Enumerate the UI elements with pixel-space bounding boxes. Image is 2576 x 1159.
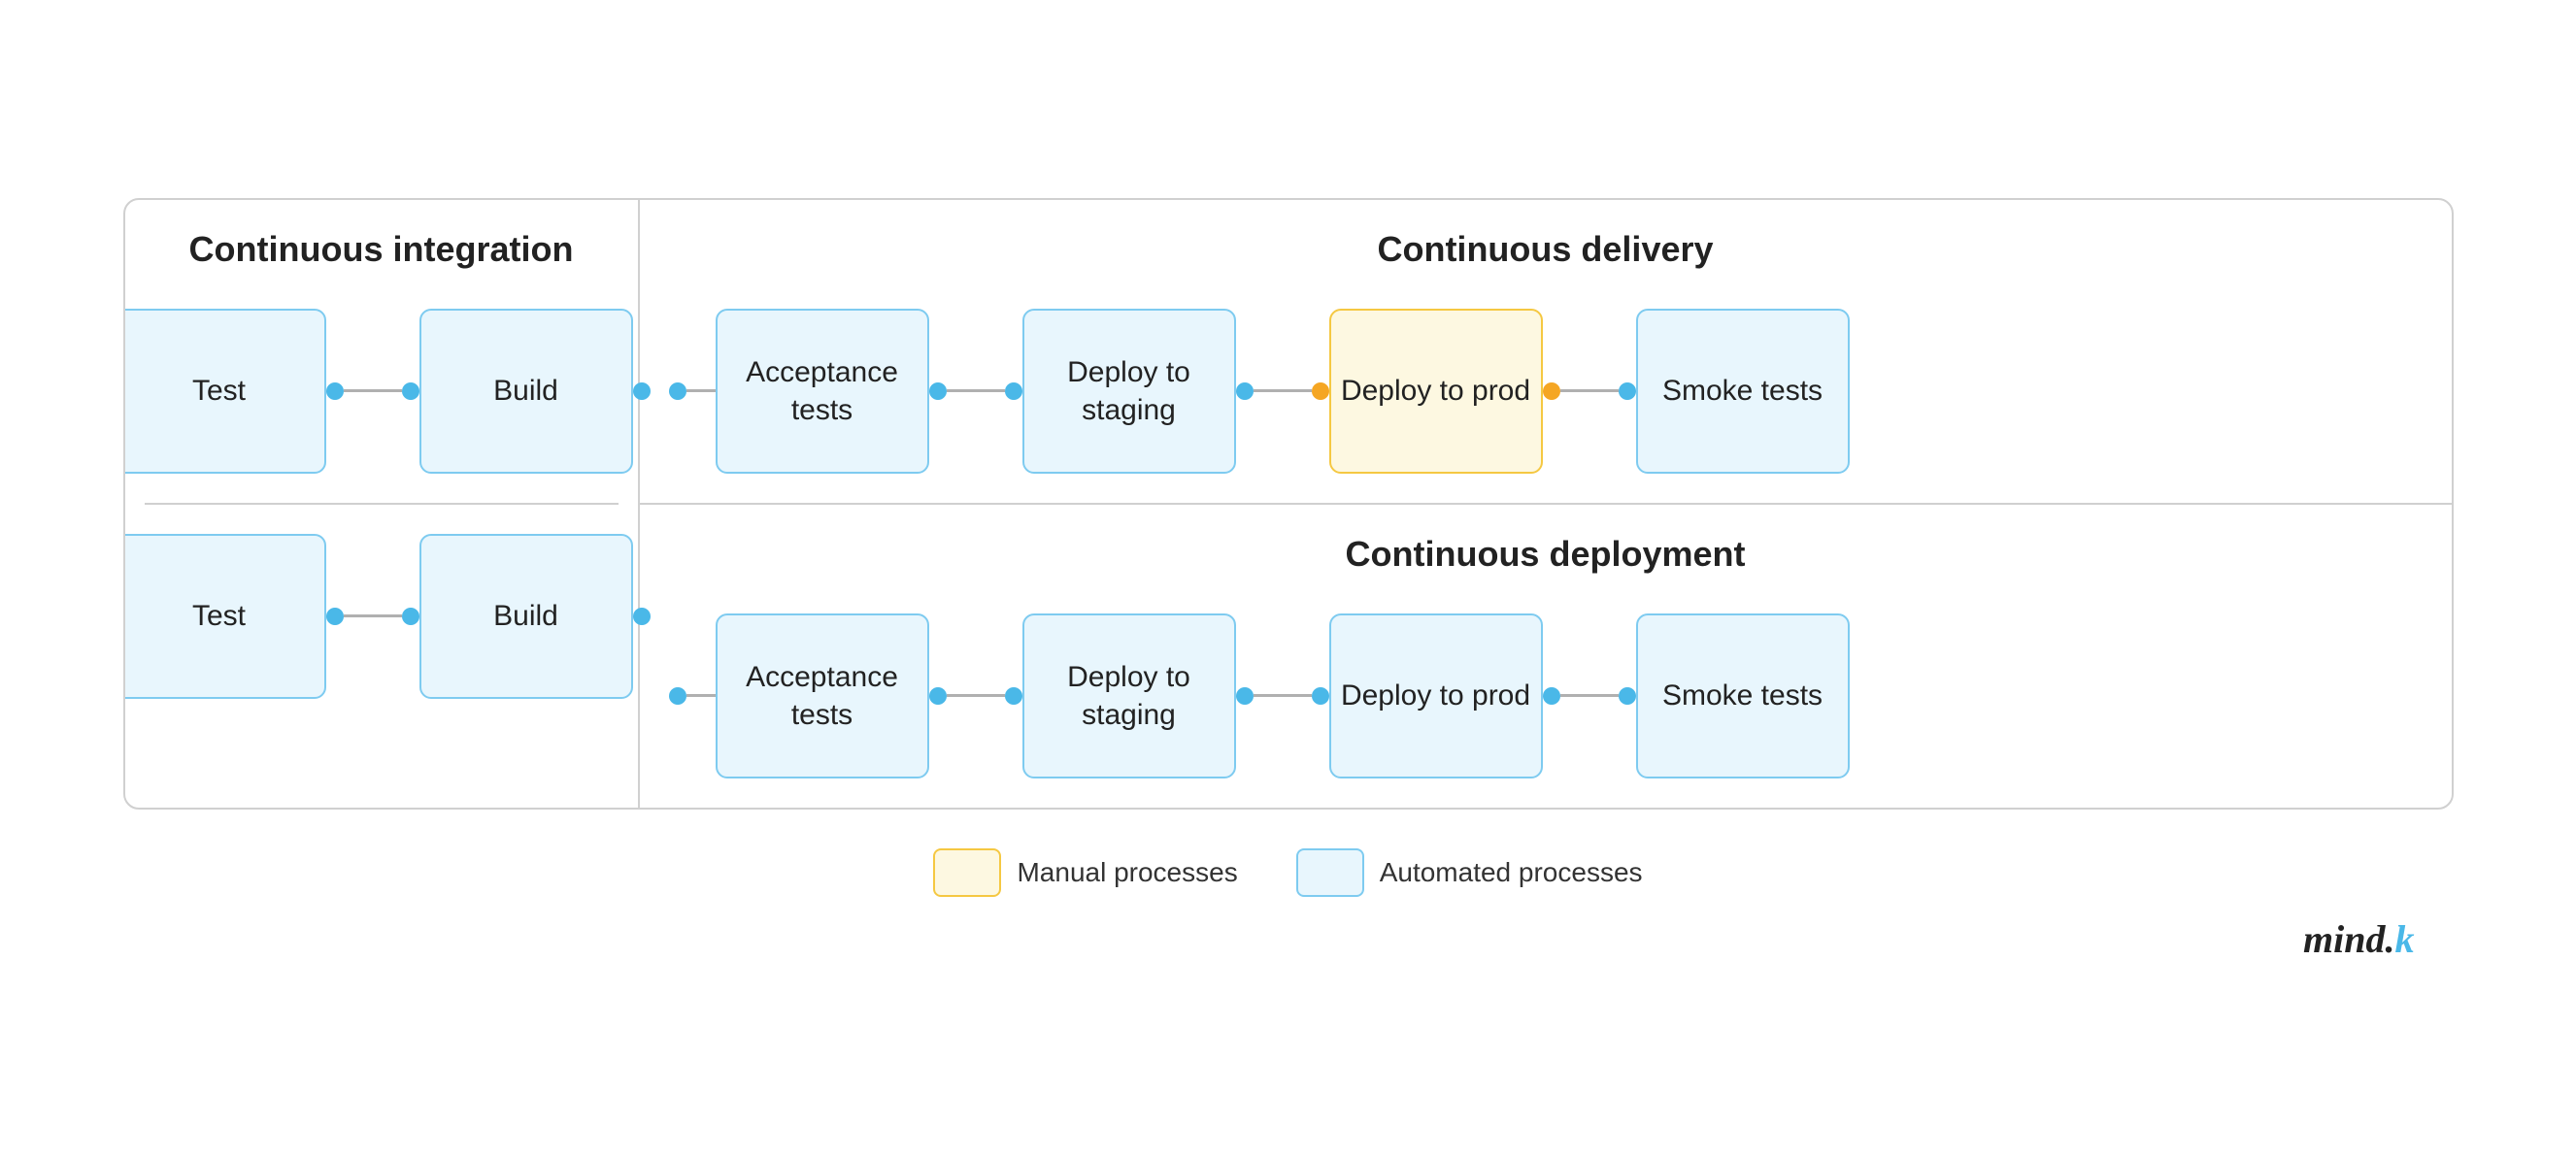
- ci-panel: Continuous integration Test Build: [125, 200, 640, 808]
- cd-smoke-box: Smoke tests: [1636, 309, 1850, 474]
- dot-10: [1236, 382, 1254, 400]
- logo-area: mind.k: [123, 916, 2454, 962]
- dot-1: [326, 382, 344, 400]
- connector-8: [1543, 382, 1636, 400]
- dot-5: [402, 608, 419, 625]
- ci-title: Continuous integration: [145, 229, 619, 270]
- cd-deployment-section: Continuous deployment Acceptance tests: [640, 505, 2452, 808]
- legend-automated: Automated processes: [1296, 848, 1643, 897]
- connector-5: [669, 382, 716, 400]
- connector-3: [326, 608, 419, 625]
- logo-k: k: [2395, 917, 2415, 961]
- dot-14: [669, 687, 686, 705]
- dot-16: [1005, 687, 1022, 705]
- diagram-wrapper: Continuous integration Test Build: [75, 198, 2502, 962]
- line-9: [1254, 694, 1312, 697]
- main-container: Continuous integration Test Build: [123, 198, 2454, 810]
- ci-top-section: Continuous integration Test Build: [145, 229, 619, 505]
- ci-bottom-pipeline: Test Build: [145, 534, 619, 699]
- line-6: [1560, 389, 1619, 392]
- line-2: [344, 614, 402, 617]
- cd-panel: Continuous delivery Acceptance tests: [640, 200, 2452, 808]
- legend-automated-label: Automated processes: [1380, 857, 1643, 888]
- dot-20: [1619, 687, 1636, 705]
- legend-manual-box: [933, 848, 1001, 897]
- dot-9: [1005, 382, 1022, 400]
- connector-11: [1236, 687, 1329, 705]
- cd-delivery-section: Continuous delivery Acceptance tests: [640, 200, 2452, 505]
- dot-17: [1236, 687, 1254, 705]
- cd-deploy-staging-box: Deploy to staging: [1022, 309, 1236, 474]
- connector-4: [633, 608, 651, 625]
- cd-delivery-pipeline: Acceptance tests Deploy to staging: [669, 309, 2423, 474]
- logo: mind.k: [2303, 916, 2414, 962]
- legend-automated-box: [1296, 848, 1364, 897]
- cd-acceptance-box-2: Acceptance tests: [716, 613, 929, 778]
- line-3: [686, 389, 716, 392]
- connector-7: [1236, 382, 1329, 400]
- line-4: [947, 389, 1005, 392]
- dot-12-manual: [1543, 382, 1560, 400]
- dot-3: [633, 382, 651, 400]
- cd-delivery-title: Continuous delivery: [669, 229, 2423, 270]
- connector-9: [669, 687, 716, 705]
- ci-top-pipeline: Test Build: [145, 309, 619, 474]
- dot-4: [326, 608, 344, 625]
- legend: Manual processes Automated processes: [933, 848, 1642, 897]
- ci-bottom-section: Test Build: [145, 505, 619, 778]
- dot-15: [929, 687, 947, 705]
- ci-test-box: Test: [123, 309, 326, 474]
- legend-manual: Manual processes: [933, 848, 1237, 897]
- connector-1: [326, 382, 419, 400]
- connector-2: [633, 382, 651, 400]
- dot-2: [402, 382, 419, 400]
- dot-6: [633, 608, 651, 625]
- cd-deploy-staging-box-2: Deploy to staging: [1022, 613, 1236, 778]
- connector-6: [929, 382, 1022, 400]
- legend-manual-label: Manual processes: [1017, 857, 1237, 888]
- cd-deployment-pipeline: Acceptance tests Deploy to staging: [669, 613, 2423, 778]
- connector-10: [929, 687, 1022, 705]
- line-1: [344, 389, 402, 392]
- cd-deploy-prod-box-manual: Deploy to prod: [1329, 309, 1543, 474]
- dot-11-manual: [1312, 382, 1329, 400]
- dot-13: [1619, 382, 1636, 400]
- ci-build-box-2: Build: [419, 534, 633, 699]
- line-10: [1560, 694, 1619, 697]
- dot-8: [929, 382, 947, 400]
- cd-smoke-box-2: Smoke tests: [1636, 613, 1850, 778]
- cd-deployment-title: Continuous deployment: [669, 534, 2423, 575]
- dot-19: [1543, 687, 1560, 705]
- ci-build-box: Build: [419, 309, 633, 474]
- ci-test-box-2: Test: [123, 534, 326, 699]
- cd-deploy-prod-box-2: Deploy to prod: [1329, 613, 1543, 778]
- line-8: [947, 694, 1005, 697]
- connector-12: [1543, 687, 1636, 705]
- cd-acceptance-box: Acceptance tests: [716, 309, 929, 474]
- dot-18: [1312, 687, 1329, 705]
- dot-7: [669, 382, 686, 400]
- line-5: [1254, 389, 1312, 392]
- line-7: [686, 694, 716, 697]
